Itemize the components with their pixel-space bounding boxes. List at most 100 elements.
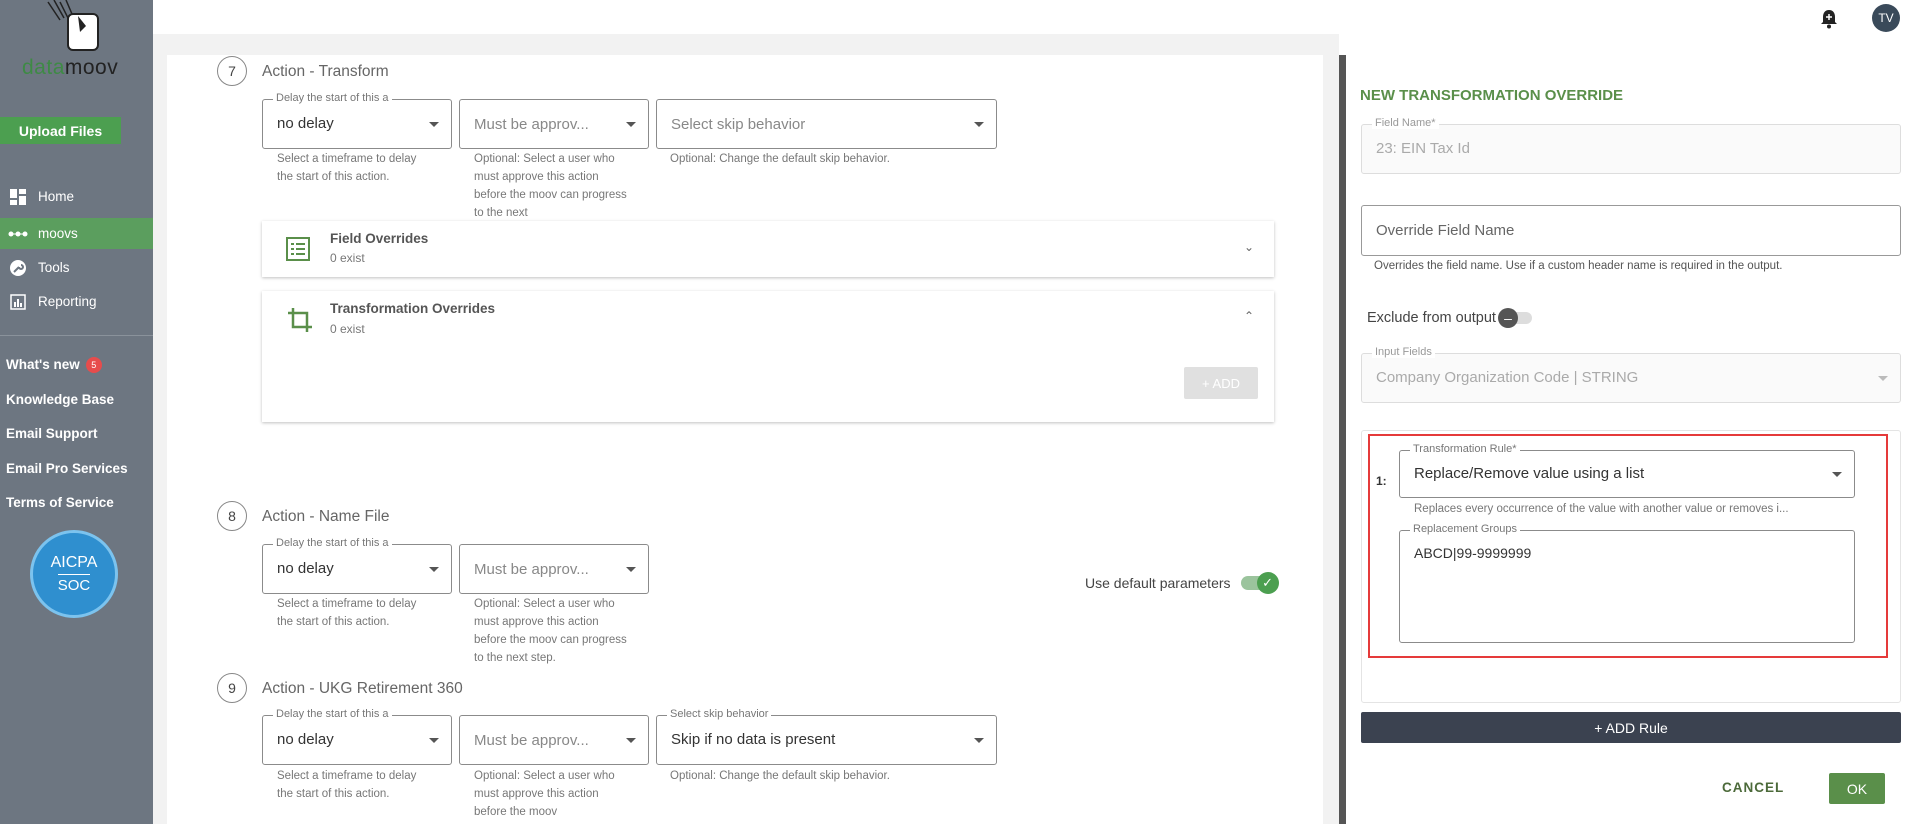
override-field-name-input[interactable]: Override Field Name (1361, 205, 1901, 256)
field-overrides-count: 0 exist (330, 251, 365, 265)
approver-helper-8: Optional: Select a user who must approve… (474, 598, 627, 664)
delay-select-label: Delay the start of this a (273, 537, 392, 549)
panel-title: NEW TRANSFORMATION OVERRIDE (1360, 87, 1624, 104)
soc-label: SOC (57, 574, 91, 594)
approver-select-placeholder: Must be approv... (474, 561, 589, 578)
exclude-from-output-label: Exclude from output (1367, 310, 1496, 326)
skip-helper-9: Optional: Change the default skip behavi… (670, 770, 890, 782)
step-number-8: 8 (217, 501, 247, 531)
grid-icon (8, 188, 28, 205)
step-title-8: Action - Name File (262, 508, 390, 525)
override-field-name-helper: Overrides the field name. Use if a custo… (1374, 260, 1783, 272)
approver-select-9[interactable]: Must be approv... (459, 715, 649, 765)
transformation-rule-label: Transformation Rule* (1410, 443, 1520, 455)
whats-new-label: What's new (6, 357, 80, 372)
dots-icon (8, 226, 28, 242)
email-support-link[interactable]: Email Support (6, 426, 98, 441)
replacement-groups-label: Replacement Groups (1410, 523, 1520, 535)
delay-select-9[interactable]: Delay the start of this a no delay (262, 708, 452, 765)
dropdown-caret-icon (429, 567, 439, 572)
add-transformation-button[interactable]: + ADD (1184, 367, 1258, 399)
terms-of-service-link[interactable]: Terms of Service (6, 495, 114, 510)
default-parameters-toggle[interactable]: ✓ (1240, 572, 1279, 594)
approver-select-placeholder: Must be approv... (474, 732, 589, 749)
notification-bell-icon[interactable] (1818, 8, 1840, 30)
aicpa-soc-badge: AICPA SOC (30, 530, 118, 618)
ok-button[interactable]: OK (1829, 773, 1885, 804)
wrench-icon (8, 259, 28, 276)
approver-select-7[interactable]: Must be approv... (459, 99, 649, 149)
field-overrides-accordion[interactable]: Field Overrides 0 exist ⌄ (262, 221, 1274, 277)
transformation-overrides-accordion[interactable]: Transformation Overrides 0 exist ⌃ + ADD (262, 291, 1274, 422)
delay-select-7[interactable]: Delay the start of this a no delay (262, 92, 452, 149)
default-parameters-toggle-row: Use default parameters ✓ (1085, 572, 1279, 594)
delay-select-label: Delay the start of this a (273, 92, 392, 104)
sidebar: datamoov Upload Files Home moovs Tools R… (0, 0, 153, 824)
whats-new-link[interactable]: What's new 5 (6, 357, 102, 373)
sidebar-divider (0, 335, 153, 336)
chevron-up-icon[interactable]: ⌃ (1244, 309, 1254, 323)
dropdown-caret-icon (626, 738, 636, 743)
approver-select-8[interactable]: Must be approv... (459, 544, 649, 594)
input-fields-value: Company Organization Code | STRING (1376, 369, 1639, 386)
delay-helper-8: Select a timeframe to delay the start of… (277, 598, 417, 628)
delay-helper-7: Select a timeframe to delay the start of… (277, 153, 417, 183)
dropdown-caret-icon (626, 122, 636, 127)
step-title-9: Action - UKG Retirement 360 (262, 680, 463, 697)
delay-select-value: no delay (277, 115, 334, 132)
step-number-7: 7 (217, 56, 247, 86)
chart-icon (8, 293, 28, 310)
skip-select-7[interactable]: Select skip behavior (656, 99, 997, 149)
dropdown-caret-icon (974, 122, 984, 127)
dropdown-caret-icon (1832, 472, 1842, 477)
delay-select-8[interactable]: Delay the start of this a no delay (262, 537, 452, 594)
nav-label-home: Home (38, 189, 75, 204)
replacement-groups-textarea[interactable]: Replacement Groups ABCD|99-9999999 (1399, 523, 1855, 643)
nav-item-tools[interactable]: Tools (0, 252, 153, 283)
default-parameters-label: Use default parameters (1085, 575, 1231, 591)
skip-select-label: Select skip behavior (667, 708, 772, 720)
input-fields-select: Input Fields Company Organization Code |… (1361, 346, 1901, 403)
approver-helper-7: Optional: Select a user who must approve… (474, 153, 627, 219)
nav-label-reporting: Reporting (38, 294, 97, 309)
user-avatar[interactable]: TV (1872, 4, 1900, 32)
exclude-from-output-toggle[interactable]: – (1497, 308, 1532, 328)
transformation-rule-select[interactable]: Transformation Rule* Replace/Remove valu… (1399, 443, 1855, 498)
email-pro-services-link[interactable]: Email Pro Services (6, 461, 128, 476)
transformation-rule-value: Replace/Remove value using a list (1414, 465, 1645, 482)
skip-select-9[interactable]: Select skip behavior Skip if no data is … (656, 708, 997, 765)
skip-select-value: Skip if no data is present (671, 731, 836, 748)
step-title-7: Action - Transform (262, 63, 389, 80)
nav-label-tools: Tools (38, 260, 70, 275)
knowledge-base-link[interactable]: Knowledge Base (6, 392, 114, 407)
upload-files-button[interactable]: Upload Files (0, 117, 121, 144)
field-name-label: Field Name* (1372, 117, 1439, 129)
list-icon (286, 237, 310, 261)
delay-select-value: no delay (277, 731, 334, 748)
crop-icon (288, 308, 312, 332)
approver-select-placeholder: Must be approv... (474, 116, 589, 133)
exclude-from-output-row: Exclude from output – (1367, 308, 1532, 328)
add-rule-button[interactable]: + ADD Rule (1361, 712, 1901, 743)
logo-word-data: data (22, 56, 65, 79)
cancel-button[interactable]: CANCEL (1722, 780, 1784, 795)
dropdown-caret-icon (1878, 376, 1888, 381)
minus-icon: – (1497, 308, 1518, 328)
override-field-name-placeholder: Override Field Name (1376, 222, 1515, 239)
nav-item-reporting[interactable]: Reporting (0, 286, 153, 317)
chevron-down-icon[interactable]: ⌄ (1244, 240, 1254, 254)
delay-select-label: Delay the start of this a (273, 708, 392, 720)
transformation-rule-helper: Replaces every occurrence of the value w… (1414, 503, 1789, 515)
field-name-value: 23: EIN Tax Id (1376, 140, 1470, 157)
nav-label-moovs: moovs (38, 226, 78, 241)
nav-item-moovs[interactable]: moovs (0, 218, 153, 249)
delay-select-value: no delay (277, 560, 334, 577)
nav-item-home[interactable]: Home (0, 181, 153, 212)
dropdown-caret-icon (429, 738, 439, 743)
logo-wordmark: datamoov (22, 56, 118, 80)
dropdown-caret-icon (974, 738, 984, 743)
logo-word-moov: moov (64, 56, 119, 79)
rule-index: 1: (1376, 474, 1387, 488)
dropdown-caret-icon (626, 567, 636, 572)
skip-select-placeholder: Select skip behavior (671, 116, 806, 133)
